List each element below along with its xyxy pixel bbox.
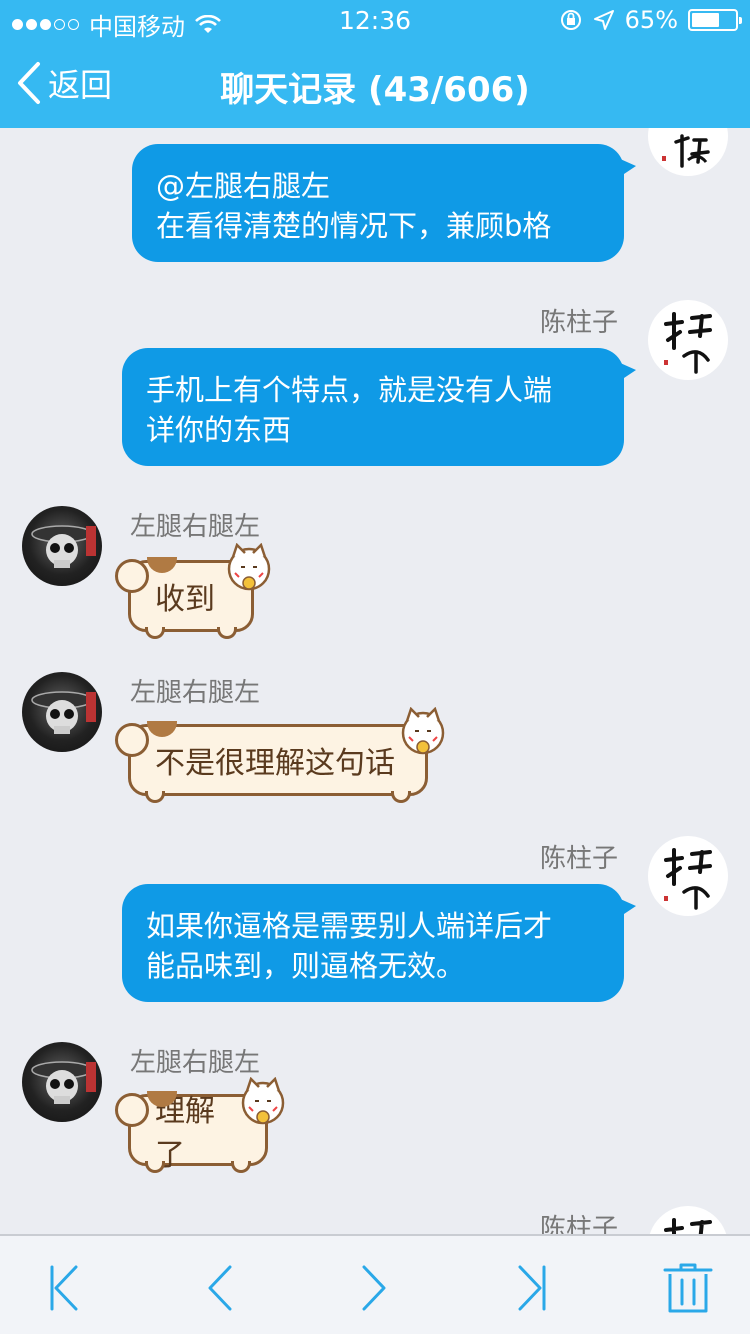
avatar[interactable]	[648, 1206, 728, 1234]
avatar[interactable]	[648, 836, 728, 916]
message-bubble[interactable]: 理解了	[115, 1077, 285, 1173]
rotation-lock-icon	[560, 10, 581, 30]
sender-name: 左腿右腿左	[130, 678, 261, 708]
header: 中国移动 12:36 65% 返回 聊天记录 (43/606)	[0, 0, 750, 128]
trash-icon	[663, 1263, 713, 1313]
message-line: 详你的东西	[146, 413, 292, 447]
status-right: 65%	[559, 6, 742, 34]
cat-spot-decoration	[147, 557, 177, 573]
cat-spot-decoration	[147, 721, 177, 737]
lucky-cat-icon	[241, 1077, 285, 1125]
skull-avatar-icon	[31, 525, 96, 568]
avatar[interactable]	[648, 128, 728, 176]
location-icon	[593, 10, 614, 30]
first-page-icon	[50, 1265, 78, 1311]
avatar[interactable]	[648, 300, 728, 380]
calligraphy-avatar-icon	[664, 848, 712, 910]
first-page-button[interactable]	[36, 1260, 92, 1316]
message-line: 能品味到，则逼格无效。	[146, 949, 466, 983]
sender-name: 陈柱子	[540, 844, 619, 874]
message-line: 在看得清楚的情况下，兼顾b格	[156, 209, 552, 243]
avatar[interactable]	[22, 1042, 102, 1122]
previous-icon	[208, 1265, 232, 1311]
message-text: 收到	[155, 582, 215, 617]
last-page-button[interactable]	[504, 1260, 560, 1316]
bottom-toolbar	[0, 1234, 750, 1334]
message-bubble[interactable]: 不是很理解这句话	[115, 707, 445, 803]
message-line: 如果你逼格是需要别人端详后才	[146, 909, 553, 943]
message-bubble[interactable]: 手机上有个特点，就是没有人端 详你的东西	[122, 348, 636, 466]
message-line: 手机上有个特点，就是没有人端	[146, 373, 553, 407]
message-bubble[interactable]: 收到	[115, 543, 271, 639]
calligraphy-avatar-icon	[664, 1218, 712, 1234]
battery-percent: 65%	[624, 6, 678, 34]
message-bubble[interactable]: 如果你逼格是需要别人端详后才 能品味到，则逼格无效。	[122, 884, 636, 1002]
calligraphy-avatar-icon	[662, 134, 710, 168]
avatar[interactable]	[22, 672, 102, 752]
skull-avatar-icon	[31, 691, 96, 734]
previous-button[interactable]	[192, 1260, 248, 1316]
cat-ear-decoration	[115, 723, 149, 757]
lucky-cat-icon	[401, 707, 445, 755]
skull-avatar-icon	[31, 1061, 96, 1104]
battery-icon	[688, 9, 742, 31]
page-title: 聊天记录 (43/606)	[220, 70, 530, 110]
cat-feet-decoration	[145, 1161, 251, 1173]
cat-ear-decoration	[115, 559, 149, 593]
next-icon	[362, 1265, 386, 1311]
status-bar: 中国移动 12:36 65%	[0, 0, 750, 41]
sender-name: 陈柱子	[540, 1214, 619, 1234]
message-bubble[interactable]: @左腿右腿左 在看得清楚的情况下，兼顾b格	[132, 144, 636, 262]
lucky-cat-icon	[227, 543, 271, 591]
cat-ear-decoration	[115, 1093, 149, 1127]
last-page-icon	[518, 1265, 546, 1311]
cat-feet-decoration	[145, 791, 411, 803]
next-button[interactable]	[346, 1260, 402, 1316]
sender-name: 左腿右腿左	[130, 512, 261, 542]
battery-fill	[692, 13, 720, 27]
avatar[interactable]	[22, 506, 102, 586]
sender-name: 左腿右腿左	[130, 1048, 261, 1078]
message-line: @左腿右腿左	[156, 169, 331, 203]
calligraphy-avatar-icon	[664, 312, 712, 374]
message-text: 不是很理解这句话	[155, 746, 395, 781]
delete-button[interactable]	[660, 1260, 716, 1316]
sender-name: 陈柱子	[540, 308, 619, 338]
cat-feet-decoration	[145, 627, 237, 639]
chat-history[interactable]: @左腿右腿左 在看得清楚的情况下，兼顾b格 陈柱子 手机上有个特点，就是没有人端…	[0, 128, 750, 1234]
